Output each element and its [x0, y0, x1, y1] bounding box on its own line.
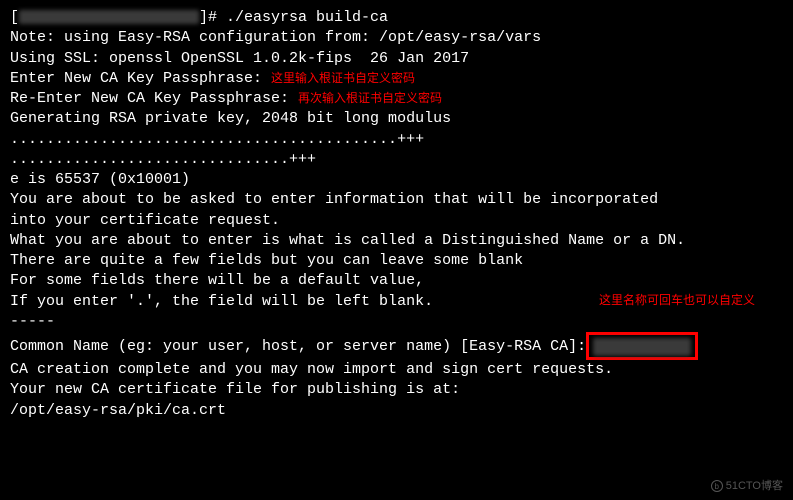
exponent-line: e is 65537 (0x10001) — [10, 170, 783, 190]
passphrase-label-1: Enter New CA Key Passphrase: — [10, 70, 271, 87]
info-line: There are quite a few fields but you can… — [10, 251, 783, 271]
command-text: ./easyrsa build-ca — [226, 9, 388, 26]
annotation-common-name: 这里名称可回车也可以自定义 — [599, 292, 755, 308]
generating-line: Generating RSA private key, 2048 bit lon… — [10, 109, 783, 129]
cert-path-label: Your new CA certificate file for publish… — [10, 380, 783, 400]
common-name-input-box[interactable] — [586, 332, 698, 360]
dashes-line: ----- — [10, 312, 783, 332]
note-line: Note: using Easy-RSA configuration from:… — [10, 28, 783, 48]
annotation-passphrase-2: 再次输入根证书自定义密码 — [298, 91, 442, 105]
watermark-icon: b — [711, 480, 723, 492]
info-line: You are about to be asked to enter infor… — [10, 190, 783, 210]
passphrase-label-2: Re-Enter New CA Key Passphrase: — [10, 90, 298, 107]
watermark-text: 51CTO博客 — [726, 480, 783, 492]
info-line: into your certificate request. — [10, 211, 783, 231]
hostname-redacted — [19, 10, 199, 24]
bracket-open: [ — [10, 9, 19, 26]
prompt-line: [ ]# ./easyrsa build-ca — [10, 8, 783, 28]
progress-dots-1: ........................................… — [10, 130, 783, 150]
info-text: If you enter '.', the field will be left… — [10, 293, 433, 310]
common-name-prompt: Common Name (eg: your user, host, or ser… — [10, 338, 586, 355]
cert-path: /opt/easy-rsa/pki/ca.crt — [10, 401, 783, 421]
bracket-close: ]# — [199, 9, 226, 26]
ssl-line: Using SSL: openssl OpenSSL 1.0.2k-fips 2… — [10, 49, 783, 69]
info-line: For some fields there will be a default … — [10, 271, 783, 291]
common-name-line: Common Name (eg: your user, host, or ser… — [10, 332, 783, 360]
passphrase-line-1: Enter New CA Key Passphrase: 这里输入根证书自定义密… — [10, 69, 783, 89]
common-name-redacted — [593, 338, 691, 356]
completion-line: CA creation complete and you may now imp… — [10, 360, 783, 380]
passphrase-line-2: Re-Enter New CA Key Passphrase: 再次输入根证书自… — [10, 89, 783, 109]
annotation-passphrase-1: 这里输入根证书自定义密码 — [271, 71, 415, 85]
info-line: What you are about to enter is what is c… — [10, 231, 783, 251]
progress-dots-2: ...............................+++ — [10, 150, 783, 170]
watermark: b51CTO博客 — [711, 479, 783, 494]
info-line-with-anno: If you enter '.', the field will be left… — [10, 292, 783, 312]
